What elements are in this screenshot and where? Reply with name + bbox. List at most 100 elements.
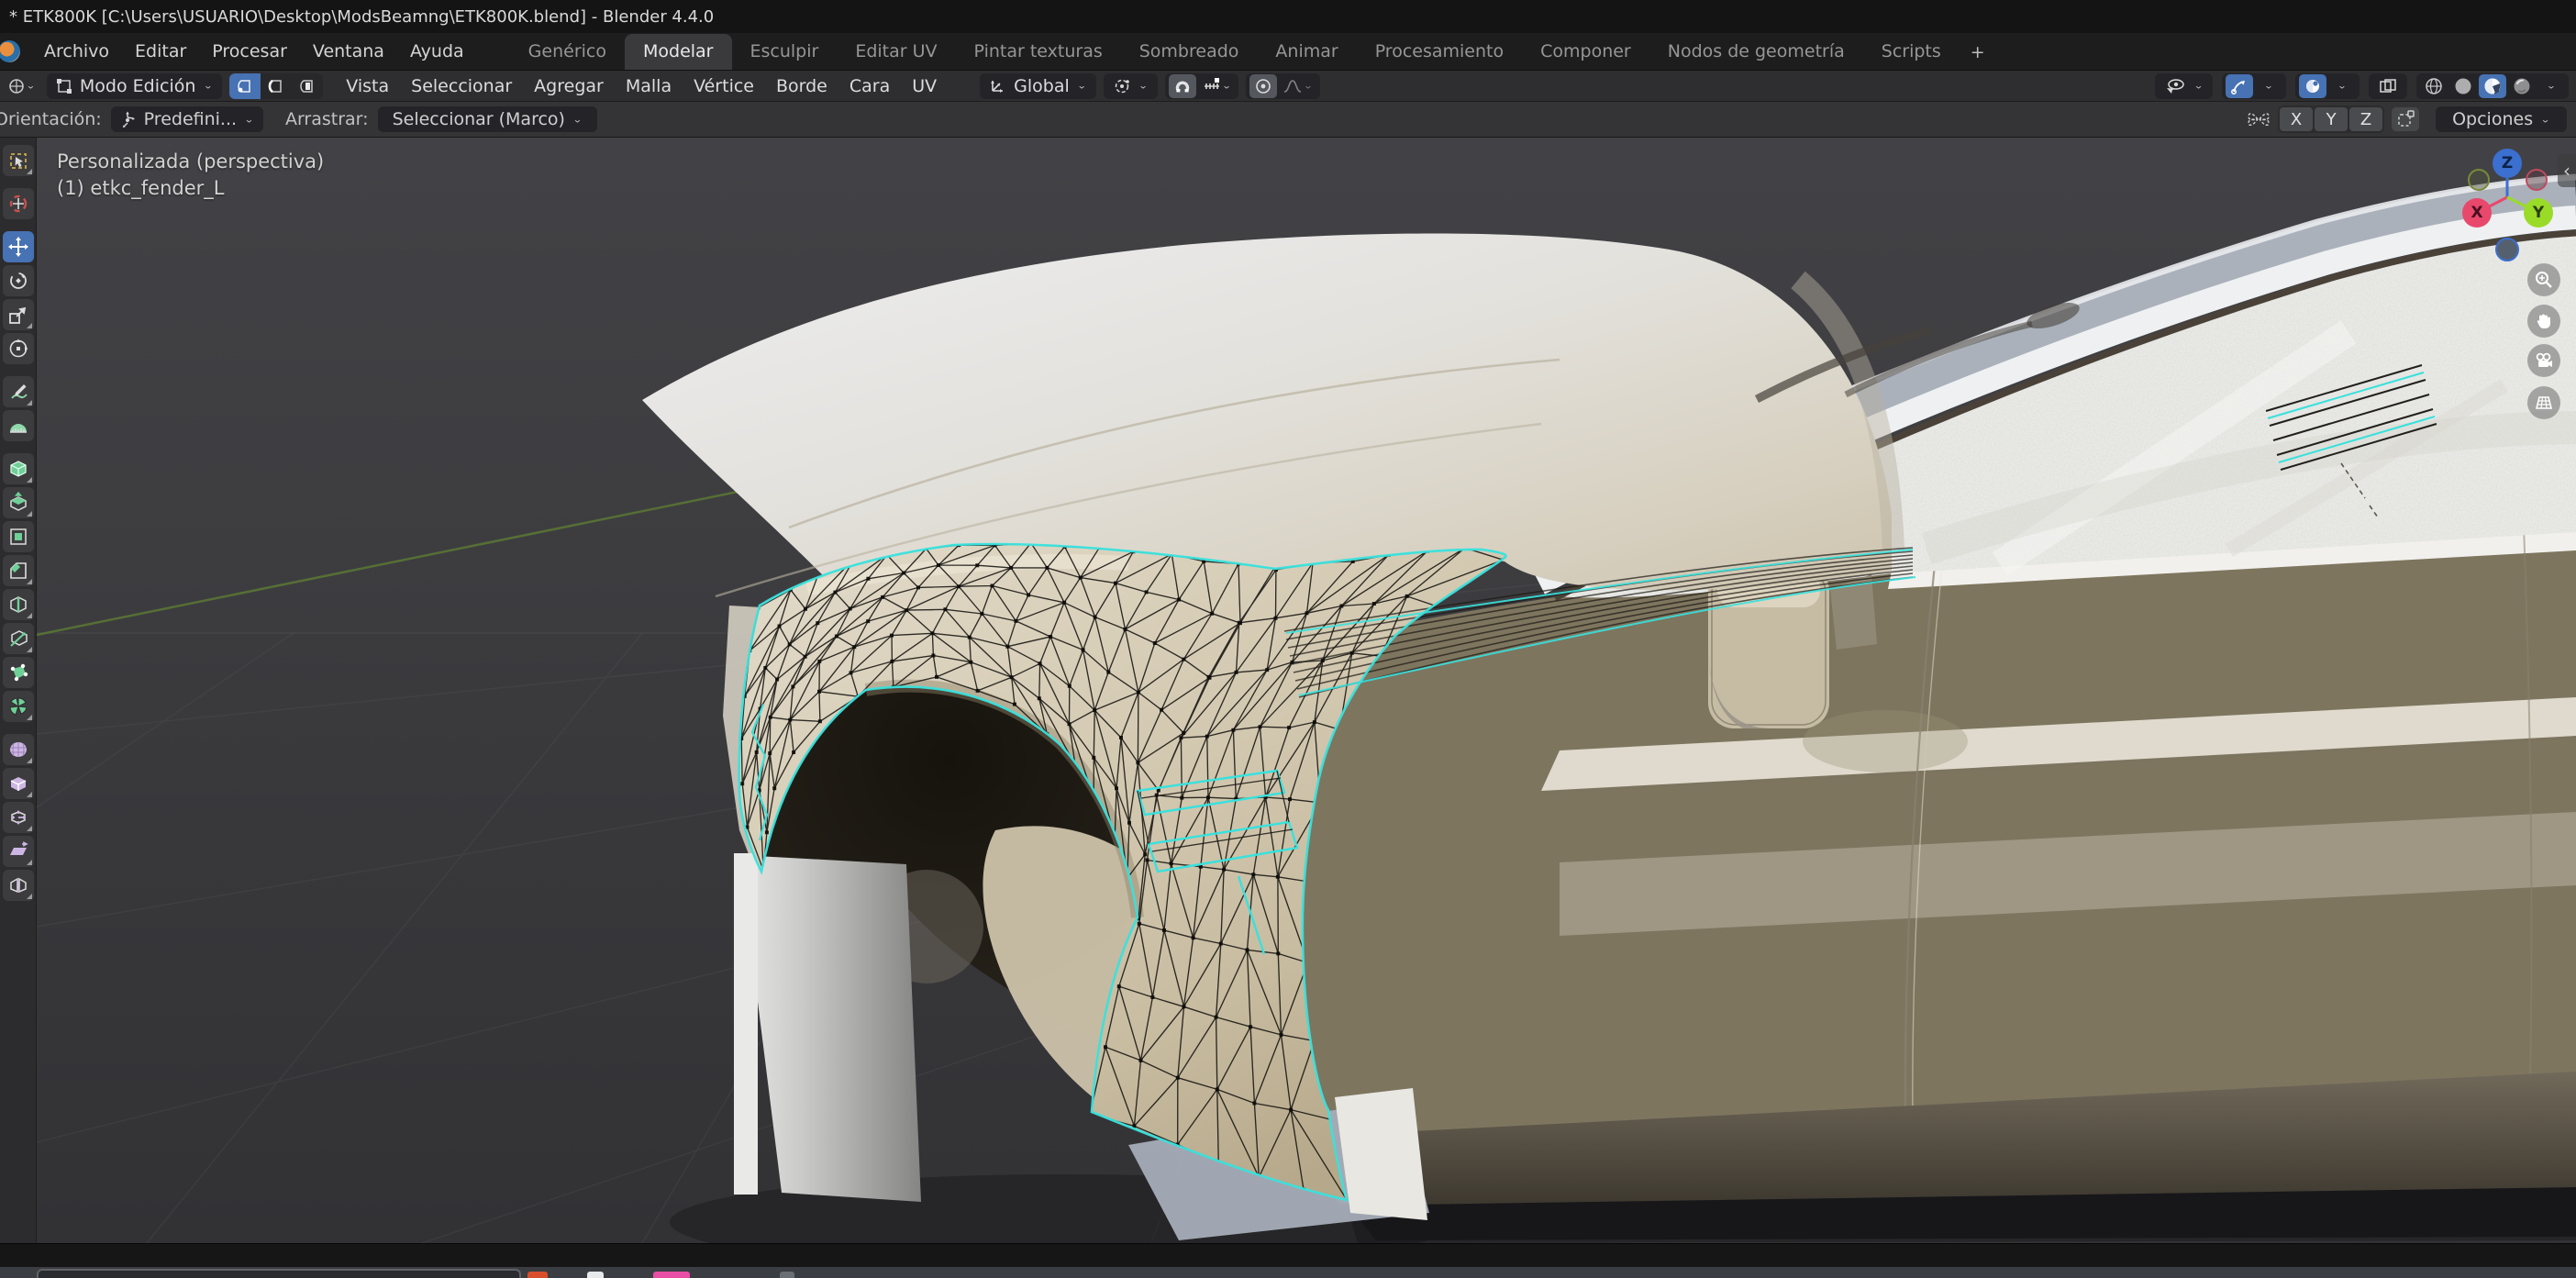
gizmo-axis-z[interactable]: Z <box>2493 149 2522 178</box>
mirror-axis-x[interactable]: X <box>2280 107 2313 131</box>
tool-transform[interactable] <box>3 333 34 364</box>
tool-shear[interactable] <box>3 836 34 867</box>
blender-icon[interactable] <box>0 40 20 62</box>
shading-solid-button[interactable] <box>2449 74 2477 98</box>
viewport-menu-agregar[interactable]: Agregar <box>524 73 614 99</box>
taskbar-app-icon[interactable] <box>653 1272 690 1278</box>
workspace-tab-componer[interactable]: Componer <box>1522 34 1649 70</box>
viewport-menu-vista[interactable]: Vista <box>336 73 399 99</box>
overlays-dropdown[interactable]: ⌄ <box>2328 74 2356 98</box>
mode-dropdown[interactable]: Modo Edición ⌄ <box>47 73 222 99</box>
select-mode-edge[interactable] <box>261 73 292 99</box>
workspace-tab-pintar-texturas[interactable]: Pintar texturas <box>956 34 1121 70</box>
gizmo-axis-x[interactable]: X <box>2462 198 2492 228</box>
workspace-tab-animar[interactable]: Animar <box>1257 34 1356 70</box>
taskbar-app-icon[interactable] <box>587 1272 604 1278</box>
shading-dropdown[interactable]: ⌄ <box>2537 74 2565 98</box>
xray-toggle[interactable] <box>2369 73 2407 99</box>
snap-toggle[interactable] <box>1169 74 1196 98</box>
workspace-tab-genérico[interactable]: Genérico <box>510 34 625 70</box>
select-mode-face[interactable] <box>292 73 323 99</box>
mirror-axis-z[interactable]: Z <box>2349 107 2382 131</box>
tool-measure[interactable] <box>3 410 34 441</box>
tool-annotate[interactable] <box>3 376 34 407</box>
tool-loop-cut[interactable] <box>3 589 34 620</box>
gizmo-axis-minus-x[interactable] <box>2526 169 2548 191</box>
tool-rotate[interactable] <box>3 265 34 296</box>
viewport-camera-view-button[interactable] <box>2527 344 2560 377</box>
tool-extrude-region[interactable] <box>3 487 34 518</box>
transform-orientation-dropdown[interactable]: Global ⌄ <box>980 73 1096 99</box>
viewport-scene <box>37 138 2576 1243</box>
snap-with-dropdown[interactable]: ⌄ <box>1198 74 1236 98</box>
taskbar-app-icon[interactable] <box>780 1272 794 1278</box>
tool-cursor[interactable] <box>3 188 34 219</box>
windows-taskbar <box>0 1267 2576 1278</box>
shading-wireframe-button[interactable] <box>2420 74 2448 98</box>
workspace-tab-procesamiento[interactable]: Procesamiento <box>1357 34 1522 70</box>
menubar-item-procesar[interactable]: Procesar <box>199 38 300 65</box>
show-gizmos-toggle[interactable] <box>2226 74 2253 98</box>
tool-rip-region[interactable] <box>3 870 34 901</box>
menubar-item-ayuda[interactable]: Ayuda <box>397 38 477 65</box>
tool-select-box[interactable] <box>3 145 34 176</box>
visibility-dropdown[interactable]: ⌄ <box>2155 73 2213 99</box>
viewport-menu-malla[interactable]: Malla <box>616 73 682 99</box>
options-dropdown[interactable]: Opciones ⌄ <box>2436 106 2567 132</box>
tool-inset-faces[interactable] <box>3 521 34 552</box>
menubar-item-archivo[interactable]: Archivo <box>31 38 122 65</box>
tool-bevel[interactable] <box>3 555 34 586</box>
inset-faces-icon <box>7 526 29 548</box>
editor-type-button[interactable]: ⌄ <box>4 74 39 98</box>
taskbar-search-box[interactable] <box>37 1269 521 1278</box>
proportional-edit-toggle[interactable] <box>1249 74 1277 98</box>
3d-viewport[interactable]: Personalizada (perspectiva) (1) etkc_fen… <box>37 138 2576 1243</box>
viewport-pan-button[interactable] <box>2527 305 2560 338</box>
tool-add-cube[interactable] <box>3 453 34 484</box>
viewport-menu-seleccionar[interactable]: Seleccionar <box>401 73 522 99</box>
proportional-falloff-dropdown[interactable]: ⌄ <box>1279 74 1316 98</box>
gizmo-axis-minus-z[interactable] <box>2495 238 2519 261</box>
viewport-menu-cara[interactable]: Cara <box>839 73 900 99</box>
tool-poly-build[interactable] <box>3 657 34 688</box>
wireframe-icon <box>2424 76 2444 96</box>
workspace-tab-nodos-de-geometría[interactable]: Nodos de geometría <box>1649 34 1863 70</box>
viewport-header: ⌄ Modo Edición ⌄ VistaSel <box>0 71 2576 102</box>
workspace-tab-sombreado[interactable]: Sombreado <box>1121 34 1258 70</box>
edit-mode-icon <box>56 78 72 94</box>
taskbar-app-icon[interactable] <box>527 1272 548 1278</box>
workspace-tab-modelar[interactable]: Modelar <box>625 34 732 70</box>
tool-move[interactable] <box>3 231 34 262</box>
sidebar-collapse-arrow[interactable]: ‹ <box>2558 154 2576 187</box>
menubar-item-editar[interactable]: Editar <box>122 38 199 65</box>
viewport-menu-borde[interactable]: Borde <box>766 73 838 99</box>
shading-rendered-button[interactable] <box>2508 74 2536 98</box>
gizmo-axis-minus-y[interactable] <box>2468 169 2490 191</box>
tool-edge-slide[interactable] <box>3 768 34 799</box>
viewport-menu-vértice[interactable]: Vértice <box>683 73 764 99</box>
tool-scale[interactable] <box>3 299 34 330</box>
workspace-tab-editar-uv[interactable]: Editar UV <box>837 34 955 70</box>
tool-smooth[interactable] <box>3 734 34 765</box>
tool-knife[interactable] <box>3 623 34 654</box>
tool-spin[interactable] <box>3 691 34 722</box>
workspace-tab-scripts[interactable]: Scripts <box>1863 34 1960 70</box>
gizmos-dropdown[interactable]: ⌄ <box>2255 74 2282 98</box>
mirror-axis-y[interactable]: Y <box>2315 107 2348 131</box>
viewport-info-overlay: Personalizada (perspectiva) (1) etkc_fen… <box>57 149 324 202</box>
select-mode-vertex[interactable] <box>229 73 261 99</box>
shading-material-button[interactable] <box>2479 74 2506 98</box>
show-overlays-toggle[interactable] <box>2299 74 2326 98</box>
workspace-tab-esculpir[interactable]: Esculpir <box>732 34 838 70</box>
drag-mode-dropdown[interactable]: Seleccionar (Marco) ⌄ <box>378 106 597 132</box>
viewport-zoom-button[interactable] <box>2527 263 2560 296</box>
gizmo-axis-y[interactable]: Y <box>2524 198 2553 228</box>
tool-shrink-fatten[interactable] <box>3 802 34 833</box>
snap-symmetry-button[interactable] <box>2392 107 2419 131</box>
pivot-point-dropdown[interactable]: ⌄ <box>1104 73 1158 99</box>
menubar-item-ventana[interactable]: Ventana <box>300 38 397 65</box>
viewport-perspective-grid-button[interactable] <box>2527 386 2560 419</box>
orientation-preset-dropdown[interactable]: Predefini... ⌄ <box>111 106 263 132</box>
viewport-menu-uv[interactable]: UV <box>902 73 947 99</box>
workspace-add-tab[interactable]: + <box>1960 35 1996 70</box>
